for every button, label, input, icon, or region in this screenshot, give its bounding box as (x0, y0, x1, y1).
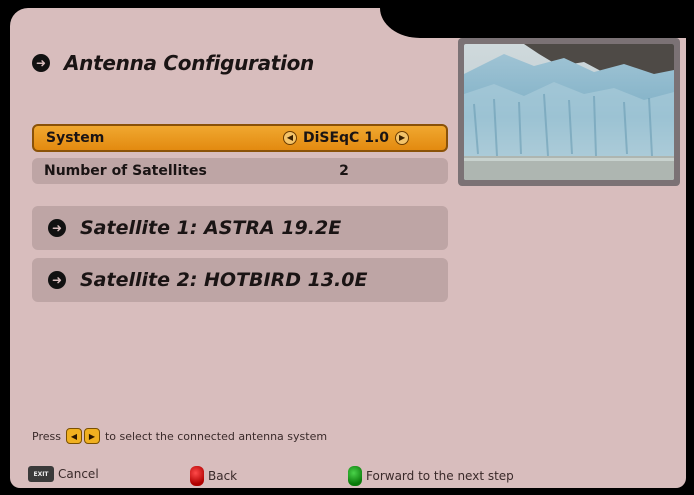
cancel-action[interactable]: EXIT Cancel (28, 466, 99, 482)
system-value: DiSEqC 1.0 (302, 130, 390, 146)
back-label: Back (208, 469, 238, 483)
system-row[interactable]: System ◀ DiSEqC 1.0 ▶ (32, 124, 448, 152)
arrow-right-icon: ➜ (32, 54, 50, 72)
back-action[interactable]: Back (190, 466, 237, 486)
num-satellites-value: 2 (339, 163, 349, 179)
satellite-2-item[interactable]: ➜ Satellite 2: HOTBIRD 13.0E (32, 258, 448, 302)
satellite-2-label: Satellite 2: HOTBIRD 13.0E (80, 269, 368, 291)
red-button-icon (190, 466, 204, 486)
menu-screen: ➜ Antenna Configuration System ◀ DiSEqC … (10, 8, 686, 488)
video-preview (458, 38, 680, 186)
green-button-icon (348, 466, 362, 486)
help-hint: Press ◀ ▶ to select the connected antenn… (32, 428, 327, 444)
forward-action[interactable]: Forward to the next step (348, 466, 514, 486)
left-key-icon: ◀ (65, 428, 82, 444)
system-label: System (46, 130, 105, 146)
num-satellites-label: Number of Satellites (44, 163, 207, 179)
left-arrow-icon[interactable]: ◀ (282, 131, 297, 145)
forward-label: Forward to the next step (366, 469, 514, 483)
title-row: ➜ Antenna Configuration (32, 48, 314, 78)
system-value-selector[interactable]: ◀ DiSEqC 1.0 ▶ (266, 130, 426, 146)
arrow-right-icon: ➜ (48, 271, 66, 289)
arrow-right-icon: ➜ (48, 219, 66, 237)
screen-tab-notch (380, 8, 686, 38)
cancel-label: Cancel (58, 467, 99, 481)
right-arrow-icon[interactable]: ▶ (395, 131, 410, 145)
hint-prefix: Press (32, 429, 61, 443)
satellite-1-label: Satellite 1: ASTRA 19.2E (80, 217, 342, 239)
num-satellites-value-wrap: 2 (264, 163, 424, 179)
right-key-icon: ▶ (83, 428, 100, 444)
video-preview-image (464, 44, 674, 180)
footer-bar: EXIT Cancel Back Forward to the next ste… (26, 466, 666, 488)
hint-suffix: to select the connected antenna system (104, 429, 328, 443)
num-satellites-row[interactable]: Number of Satellites 2 (32, 158, 448, 184)
exit-key-icon: EXIT (28, 466, 54, 482)
page-title: Antenna Configuration (64, 51, 314, 75)
satellite-1-item[interactable]: ➜ Satellite 1: ASTRA 19.2E (32, 206, 448, 250)
